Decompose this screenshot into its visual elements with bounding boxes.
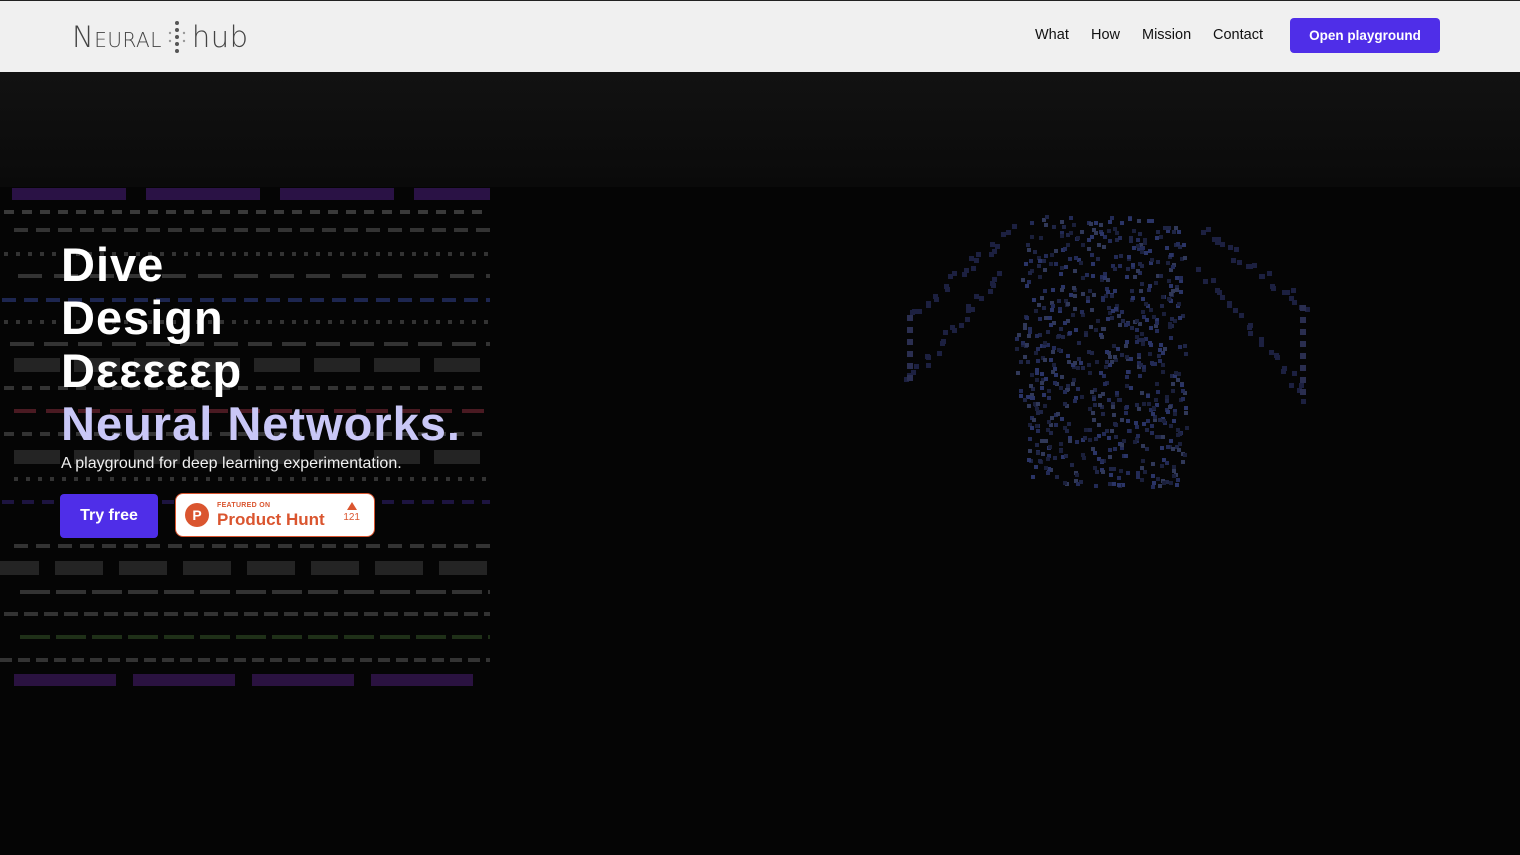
logo-text-left: Neural — [72, 20, 162, 54]
product-hunt-badge[interactable]: P FEATURED ON Product Hunt 121 — [175, 493, 375, 537]
product-hunt-name: Product Hunt — [217, 509, 325, 529]
headline-line-dive: Dive — [61, 238, 165, 291]
logo-text-right: hub — [191, 20, 249, 54]
site-header: Neural hub What How Mission Contact Open… — [0, 0, 1520, 72]
product-hunt-text: FEATURED ON Product Hunt — [217, 502, 325, 529]
open-playground-button[interactable]: Open playground — [1290, 18, 1440, 53]
hero-headline: Dive Design Dεεεεεp Neural Networks. — [61, 238, 461, 450]
product-hunt-vote-count: 121 — [343, 512, 360, 523]
nav-link-contact[interactable]: Contact — [1213, 27, 1263, 43]
logo-dots-icon — [168, 21, 186, 53]
headline-line-neural-networks: Neural Networks. — [61, 397, 461, 450]
nav-link-what[interactable]: What — [1035, 27, 1069, 43]
nav-link-mission[interactable]: Mission — [1142, 27, 1191, 43]
network-visualization-graphic — [904, 215, 1310, 489]
product-hunt-featured-label: FEATURED ON — [217, 501, 271, 509]
hero-band — [0, 72, 1520, 187]
product-hunt-icon: P — [185, 503, 209, 527]
neuralhub-logo[interactable]: Neural hub — [72, 19, 249, 55]
headline-line-design: Design — [61, 291, 224, 344]
headline-line-deep: Dεεεεεp — [61, 344, 243, 397]
nav-link-how[interactable]: How — [1091, 27, 1120, 43]
product-hunt-votes: 121 — [343, 502, 360, 524]
upvote-arrow-icon — [346, 502, 357, 510]
try-free-button[interactable]: Try free — [60, 494, 158, 538]
hero-subtitle: A playground for deep learning experimen… — [61, 455, 402, 472]
